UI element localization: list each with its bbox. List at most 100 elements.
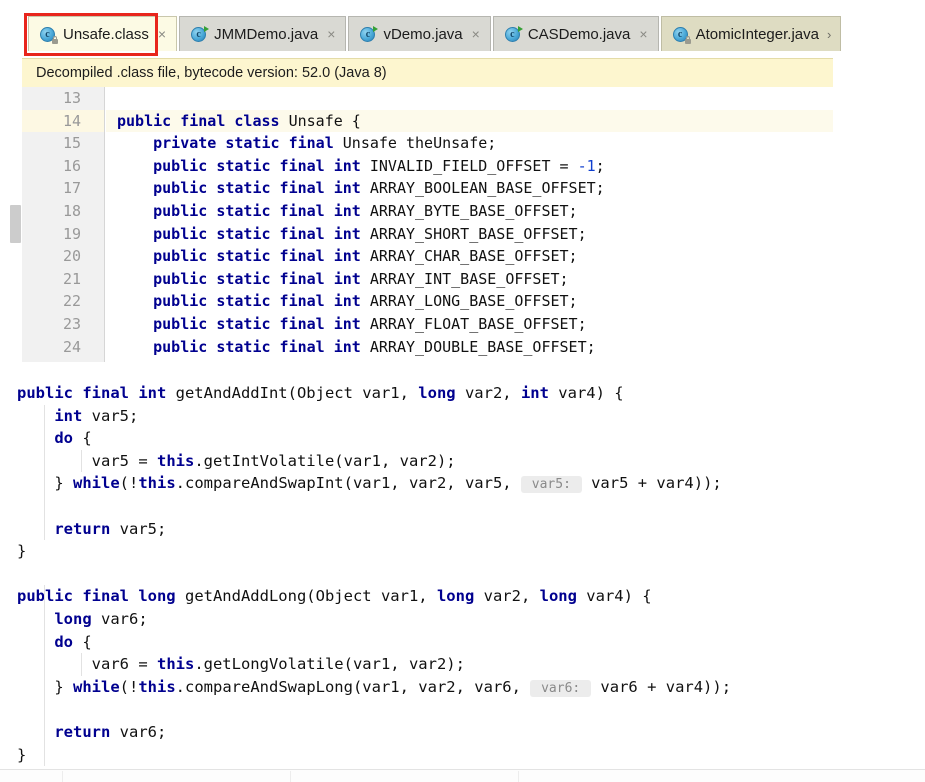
code-keyword: do [17, 632, 83, 651]
code-line[interactable] [0, 563, 925, 586]
code-text: ARRAY_DOUBLE_BASE_OFFSET; [369, 337, 596, 356]
line-number[interactable]: 16 [22, 155, 104, 178]
editor-tab-label: vDemo.java [383, 25, 463, 43]
code-line-text: public final class Unsafe { [106, 112, 361, 130]
editor-tab-label: Unsafe.class [63, 25, 149, 43]
code-keyword: public static final int [117, 179, 370, 198]
chevron-right-icon[interactable]: › [827, 28, 831, 41]
code-text: var6 = [17, 655, 157, 674]
code-line[interactable]: return var5; [0, 518, 925, 541]
code-line[interactable]: public static final int ARRAY_CHAR_BASE_… [106, 245, 833, 268]
code-text: var6 + var4)); [591, 677, 732, 696]
code-line[interactable]: public static final int ARRAY_LONG_BASE_… [106, 290, 833, 313]
code-text: ARRAY_BYTE_BASE_OFFSET; [369, 201, 578, 220]
code-line[interactable]: do { [0, 631, 925, 654]
code-text: { [82, 429, 92, 448]
code-line[interactable]: do { [0, 427, 925, 450]
code-line[interactable]: public static final int ARRAY_INT_BASE_O… [106, 268, 833, 291]
editor-tab-unsafe-class[interactable]: c Unsafe.class × [28, 16, 178, 51]
editor-tab-atomicinteger-java[interactable]: c AtomicInteger.java › [660, 16, 842, 51]
code-text: .compareAndSwapInt(var1, var2, var5, [175, 474, 521, 493]
line-number[interactable]: 23 [22, 313, 104, 336]
line-number[interactable]: 19 [22, 223, 104, 246]
code-keyword: this [138, 474, 176, 493]
code-text: } [17, 677, 73, 696]
code-keyword: public final long [17, 587, 185, 606]
code-line[interactable]: return var6; [0, 721, 925, 744]
inlay-parameter-hint: var6: [530, 679, 592, 697]
editor-tab-bar: c Unsafe.class × c JMMDemo.java × c vDemo.java ×… [0, 0, 842, 51]
line-number[interactable]: 14 [22, 109, 104, 133]
code-number: -1 [577, 156, 596, 175]
editor-tab-vdemo-java[interactable]: c vDemo.java × [348, 16, 491, 51]
line-number[interactable]: 20 [22, 245, 104, 268]
code-keyword: while [73, 474, 120, 493]
code-line[interactable]: public final int getAndAddInt(Object var… [0, 382, 925, 405]
code-keyword: return [17, 722, 120, 741]
line-number[interactable]: 22 [22, 290, 104, 313]
code-line[interactable]: public final long getAndAddLong(Object v… [0, 585, 925, 608]
code-keyword: long [418, 384, 465, 402]
code-text: ARRAY_INT_BASE_OFFSET; [369, 269, 569, 288]
close-icon[interactable]: × [326, 27, 336, 41]
code-line[interactable]: public static final int ARRAY_BOOLEAN_BA… [106, 177, 833, 200]
code-text: (! [119, 474, 139, 493]
line-number[interactable]: 13 [22, 87, 104, 110]
editor-tab-casdemo-java[interactable]: c CASDemo.java × [492, 16, 659, 51]
code-line[interactable]: private static final Unsafe theUnsafe; [106, 132, 833, 155]
code-keyword: public final int [17, 384, 176, 402]
editor-tab-jmmdemo-java[interactable]: c JMMDemo.java × [179, 16, 347, 51]
code-line[interactable]: public final class Unsafe { [106, 109, 833, 133]
line-number[interactable]: 24 [22, 336, 104, 359]
code-line[interactable]: } [0, 744, 925, 767]
code-line[interactable]: public static final int INVALID_FIELD_OF… [106, 155, 833, 178]
line-number[interactable]: 15 [22, 132, 104, 155]
code-keyword: this [156, 451, 195, 470]
code-line[interactable]: } while(!this.compareAndSwapInt(var1, va… [0, 472, 925, 495]
code-line[interactable] [0, 495, 925, 518]
code-line[interactable]: var5 = this.getIntVolatile(var1, var2); [0, 450, 925, 473]
code-text: .getIntVolatile(var1, var2); [194, 451, 456, 470]
line-number[interactable]: 18 [22, 200, 104, 223]
line-number[interactable]: 17 [22, 177, 104, 200]
code-line[interactable]: long var6; [0, 608, 925, 631]
vertical-scrollbar-thumb[interactable] [10, 205, 21, 243]
code-keyword: public static final int [117, 314, 370, 333]
line-number-gutter[interactable]: 13 14 15 16 17 18 19 20 21 22 23 24 [22, 87, 105, 362]
code-keyword: return [17, 519, 120, 538]
code-keyword: int [520, 384, 559, 402]
line-number[interactable]: 21 [22, 268, 104, 291]
code-line[interactable] [0, 698, 925, 721]
code-keyword: public final class [117, 111, 289, 130]
code-keyword: this [138, 677, 176, 696]
code-line[interactable]: } [0, 540, 925, 563]
editor-tab-label: CASDemo.java [527, 25, 631, 43]
code-keyword: while [73, 677, 120, 696]
java-source-file-icon: c [504, 25, 523, 43]
code-text: var6; [101, 609, 148, 628]
code-line[interactable]: int var5; [0, 405, 925, 428]
code-line[interactable]: } while(!this.compareAndSwapLong(var1, v… [0, 676, 925, 699]
code-line[interactable] [106, 87, 833, 110]
code-content-bottom[interactable]: public final int getAndAddInt(Object var… [0, 382, 925, 767]
code-line-text: public static final int ARRAY_INT_BASE_O… [106, 269, 569, 288]
code-text: .compareAndSwapLong(var1, var2, var6, [175, 677, 531, 696]
close-icon[interactable]: × [157, 27, 167, 41]
code-line[interactable]: public static final int ARRAY_SHORT_BASE… [106, 223, 833, 246]
decompiled-file-notification-banner: Decompiled .class file, bytecode version… [22, 58, 833, 87]
code-line[interactable]: public static final int ARRAY_DOUBLE_BAS… [106, 336, 833, 359]
code-line[interactable]: var6 = this.getLongVolatile(var1, var2); [0, 653, 925, 676]
code-text: } [17, 745, 27, 764]
code-text: } [17, 542, 27, 561]
close-icon[interactable]: × [471, 27, 481, 41]
decompiled-source-pane: 13 14 15 16 17 18 19 20 21 22 23 24 public final cl… [22, 87, 833, 362]
code-line[interactable]: public static final int ARRAY_BYTE_BASE_… [106, 200, 833, 223]
code-text: var5; [119, 519, 167, 538]
code-text: ARRAY_LONG_BASE_OFFSET; [369, 292, 578, 311]
code-text: ; [595, 156, 605, 175]
code-line[interactable]: public static final int ARRAY_FLOAT_BASE… [106, 313, 833, 336]
close-icon[interactable]: × [638, 27, 648, 41]
code-content-top[interactable]: public final class Unsafe { private stat… [106, 87, 833, 362]
banner-text: Decompiled .class file, bytecode version… [36, 65, 387, 81]
code-line-text: public static final int ARRAY_BYTE_BASE_… [106, 201, 578, 220]
